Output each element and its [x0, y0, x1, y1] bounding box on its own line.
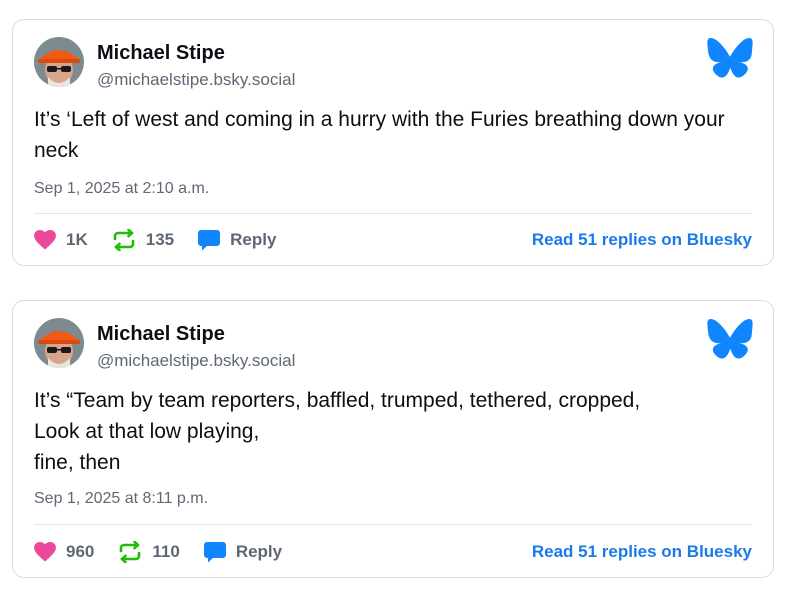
reply-button[interactable]: Reply: [203, 541, 283, 563]
reply-label: Reply: [230, 230, 277, 249]
repost-count: 135: [145, 230, 175, 249]
reply-button[interactable]: Reply: [198, 229, 276, 251]
like-button[interactable]: 960: [34, 542, 94, 562]
repost-button[interactable]: 135: [112, 229, 174, 251]
avatar-image: [34, 37, 84, 87]
repost-icon: [113, 229, 135, 251]
heart-icon: [34, 230, 56, 250]
like-count: 1K: [66, 230, 88, 249]
like-button[interactable]: 1K: [34, 230, 88, 250]
post-timestamp[interactable]: Sep 1, 2025 at 8:11 p.m.: [34, 489, 208, 509]
author-name[interactable]: Michael Stipe: [97, 322, 225, 346]
like-count: 960: [66, 542, 95, 561]
author-name[interactable]: Michael Stipe: [97, 41, 225, 65]
bluesky-butterfly-icon[interactable]: [707, 319, 753, 359]
repost-button[interactable]: 110: [118, 541, 180, 563]
heart-icon: [34, 542, 56, 562]
post-actions: 1K 135 Reply Read 51 replies on Bluesky: [34, 226, 752, 254]
repost-icon: [120, 541, 141, 563]
avatar-image: [34, 318, 84, 368]
divider: [34, 524, 752, 525]
bluesky-butterfly-icon[interactable]: [707, 38, 753, 78]
avatar[interactable]: [34, 37, 84, 87]
post-card[interactable]: Michael Stipe @michaelstipe.bsky.social …: [12, 19, 774, 266]
post-card[interactable]: Michael Stipe @michaelstipe.bsky.social …: [12, 300, 774, 578]
read-replies-link[interactable]: Read 51 replies on Bluesky: [532, 230, 752, 250]
divider: [34, 213, 752, 214]
post-actions: 960 110 Reply Read 51 replies on Bluesky: [34, 538, 752, 566]
read-replies-link[interactable]: Read 51 replies on Bluesky: [532, 542, 752, 562]
repost-count: 110: [152, 542, 180, 561]
post-text: It’s “Team by team reporters, baffled, t…: [34, 389, 641, 474]
post-text: It’s ‘Left of west and coming in a hurry…: [34, 108, 725, 162]
author-handle[interactable]: @michaelstipe.bsky.social: [97, 70, 295, 90]
reply-label: Reply: [235, 542, 283, 561]
speech-bubble-icon: [198, 230, 221, 251]
avatar[interactable]: [34, 318, 84, 368]
speech-bubble-icon: [203, 542, 226, 563]
author-handle[interactable]: @michaelstipe.bsky.social: [97, 351, 295, 371]
post-timestamp[interactable]: Sep 1, 2025 at 2:10 a.m.: [34, 179, 209, 199]
